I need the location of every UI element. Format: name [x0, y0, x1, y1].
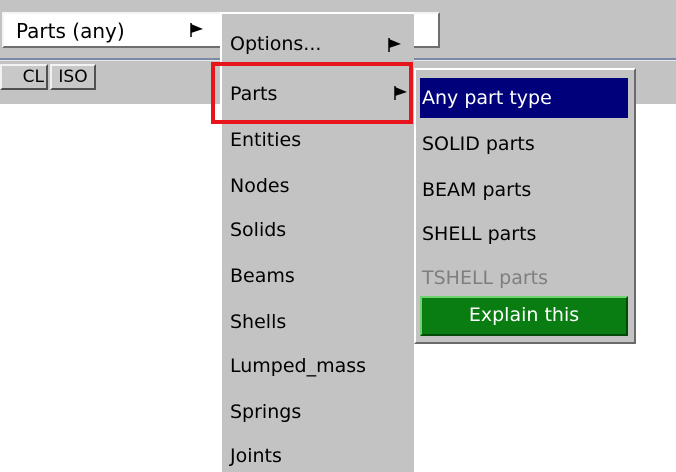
menu-item-joints[interactable]: Joints — [230, 444, 282, 468]
submenu-arrow-icon — [394, 86, 407, 100]
menu-item-beams[interactable]: Beams — [230, 264, 295, 288]
submenu-item-tshell-parts: TSHELL parts — [422, 267, 549, 289]
menu-item-entities[interactable]: Entities — [230, 128, 301, 152]
menu-item-label: Parts — [230, 83, 278, 105]
parts-type-selector-label: Parts (any) — [16, 19, 125, 43]
cl-button[interactable]: CL — [0, 64, 48, 90]
submenu-item-beam-parts[interactable]: BEAM parts — [422, 178, 531, 202]
menu-item-shells[interactable]: Shells — [230, 310, 286, 334]
menu-item-springs[interactable]: Springs — [230, 400, 301, 424]
submenu-item-shell-parts[interactable]: SHELL parts — [422, 222, 536, 246]
menu-item-solids[interactable]: Solids — [230, 218, 286, 242]
parts-submenu: Any part type SOLID parts BEAM parts SHE… — [414, 68, 636, 344]
triangle-flag-right-icon — [190, 23, 203, 37]
menu-item-options[interactable]: Options... — [230, 32, 321, 56]
menu-item-lumped-mass[interactable]: Lumped_mass — [230, 354, 366, 378]
selection-menu: Options... Parts Entities Nodes Solids B… — [220, 12, 414, 472]
explain-this-button[interactable]: Explain this — [420, 296, 628, 336]
submenu-item-any-part-type[interactable]: Any part type — [420, 78, 628, 118]
menu-item-label: Options... — [230, 33, 322, 55]
menu-item-parts[interactable]: Parts — [230, 82, 277, 106]
menu-item-nodes[interactable]: Nodes — [230, 174, 290, 198]
submenu-arrow-icon — [388, 38, 401, 52]
submenu-item-solid-parts[interactable]: SOLID parts — [422, 132, 535, 156]
iso-button[interactable]: ISO — [50, 64, 96, 90]
app-window: Parts (any) CL ISO Options... Parts Enti… — [0, 0, 676, 472]
